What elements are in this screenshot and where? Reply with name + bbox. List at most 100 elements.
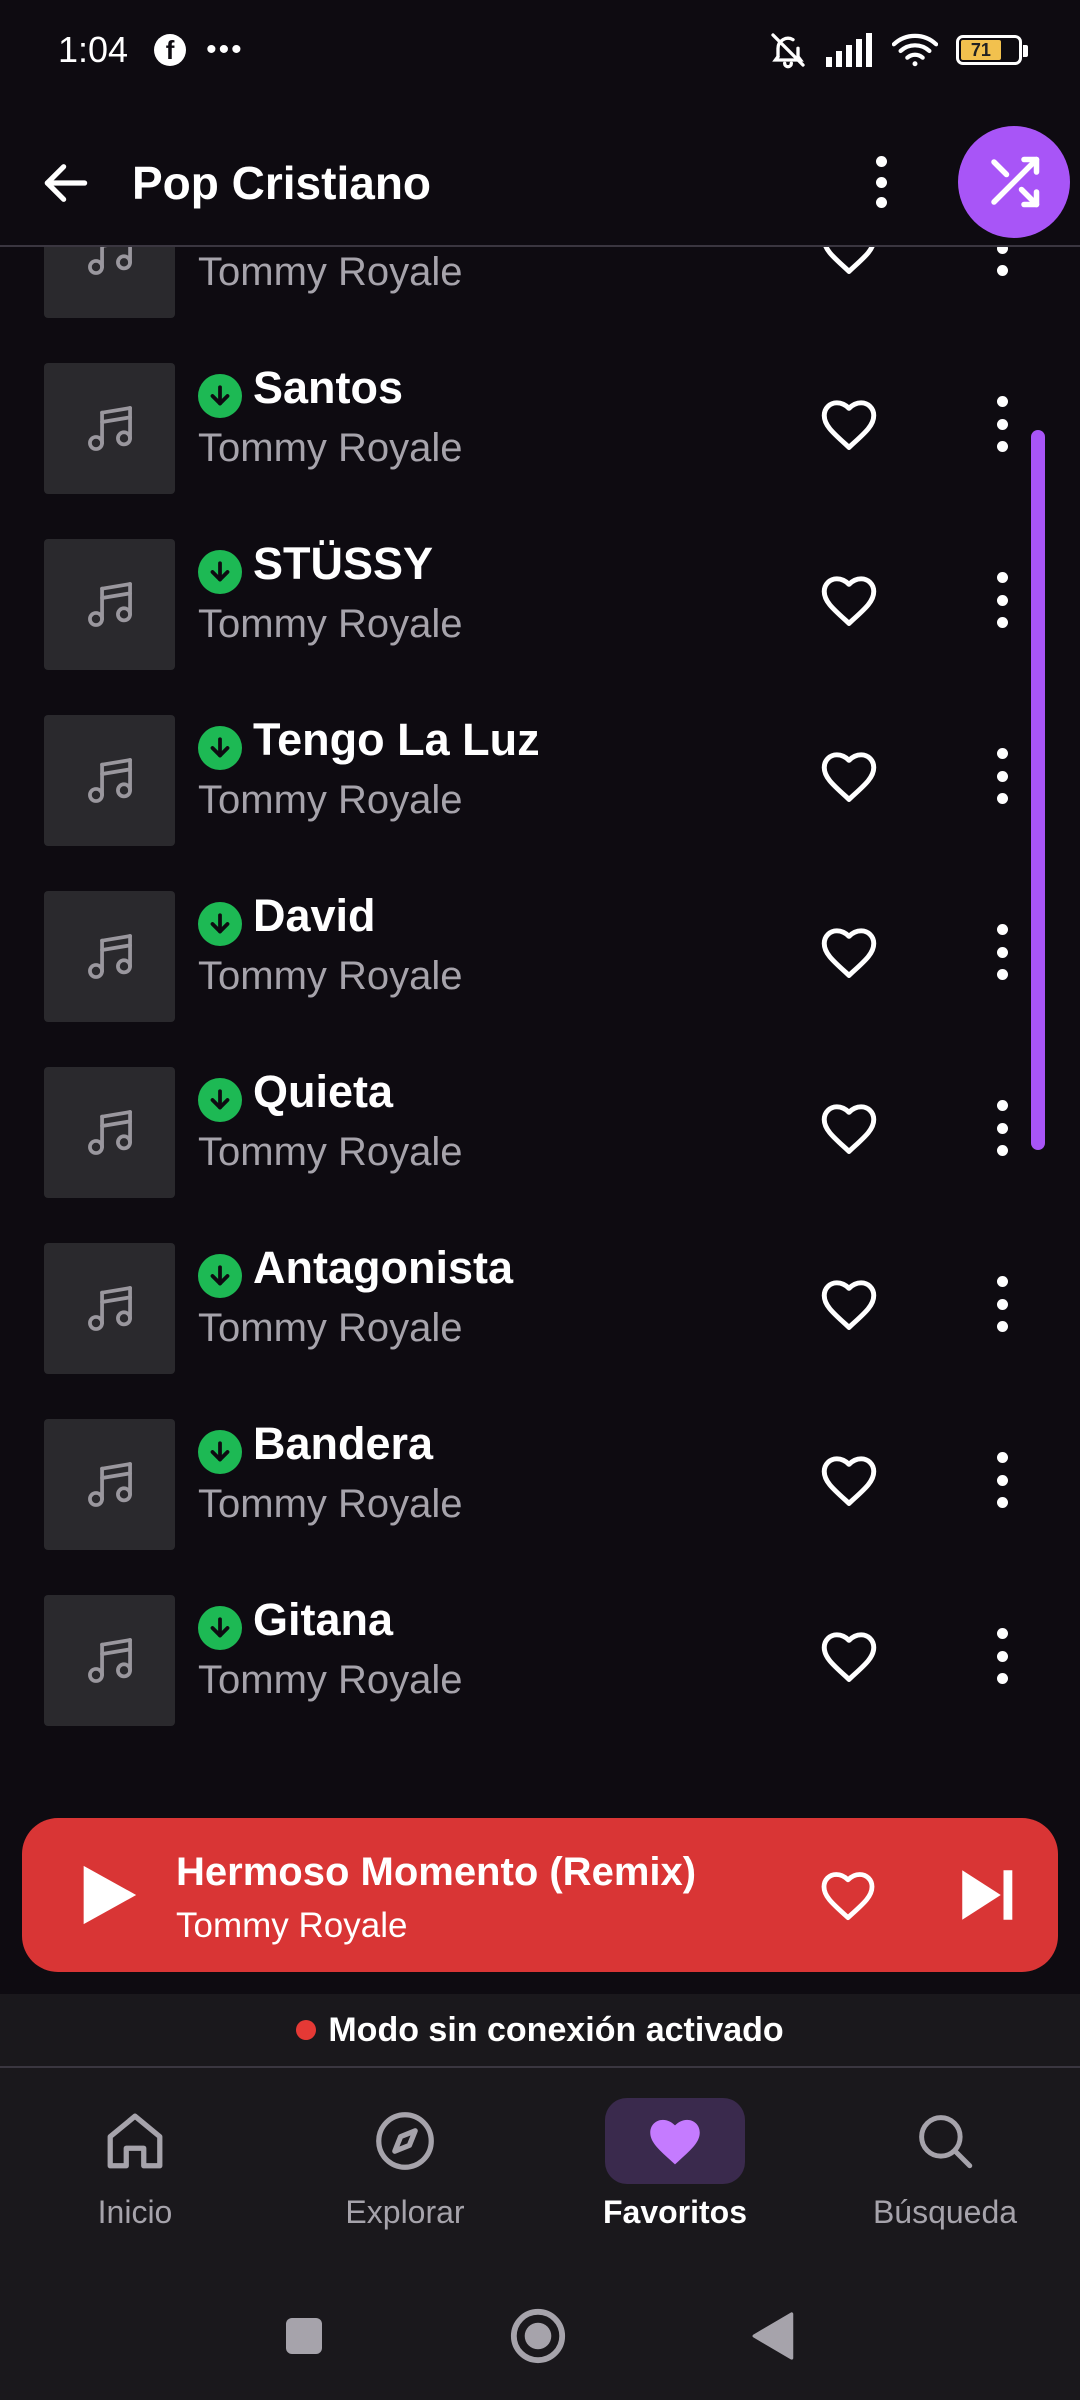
battery-icon: 71: [956, 35, 1028, 65]
home-button[interactable]: [506, 2304, 570, 2368]
track-thumbnail: [44, 247, 175, 318]
track-row[interactable]: Antagonista Tommy Royale: [0, 1216, 1080, 1392]
track-thumbnail: [44, 891, 175, 1022]
track-title: Santos: [253, 362, 404, 413]
shuffle-button[interactable]: [958, 126, 1070, 238]
track-title: Gitana: [253, 1594, 394, 1645]
music-note-icon: [87, 1637, 132, 1683]
downloaded-icon: [198, 902, 242, 946]
track-row[interactable]: (Remix) Tommy Royale: [0, 247, 1080, 336]
home-icon: [65, 2098, 205, 2184]
track-title: Bandera: [253, 1418, 434, 1469]
bottom-navigation: Inicio Explorar Favoritos Búsqueda: [0, 2068, 1080, 2268]
downloaded-icon: [198, 726, 242, 770]
track-artist: Tommy Royale: [198, 602, 463, 646]
track-artist: Tommy Royale: [198, 1658, 463, 1702]
player-artist: Tommy Royale: [176, 1906, 408, 1945]
music-note-icon: [87, 1285, 132, 1331]
offline-dot-icon: [296, 2020, 317, 2040]
music-note-icon: [87, 1109, 132, 1155]
track-list[interactable]: (Remix) Tommy Royale Santos Tommy Royale…: [0, 247, 1080, 1993]
track-thumbnail: [44, 1243, 175, 1374]
wifi-icon: [892, 33, 938, 67]
track-more-icon[interactable]: [990, 920, 1014, 984]
arrow-left-icon: [44, 164, 88, 202]
music-note-icon: [87, 581, 132, 627]
track-more-icon[interactable]: [990, 392, 1014, 456]
player-title: Hermoso Momento (Remix): [176, 1850, 697, 1894]
track-more-icon[interactable]: [990, 1096, 1014, 1160]
back-button[interactable]: [36, 153, 96, 213]
track-thumbnail: [44, 539, 175, 670]
heart-icon[interactable]: [816, 1447, 882, 1513]
heart-icon[interactable]: [816, 743, 882, 809]
music-note-icon: [87, 247, 132, 275]
heart-icon[interactable]: [816, 567, 882, 633]
track-more-icon[interactable]: [990, 568, 1014, 632]
track-title: David: [253, 890, 376, 941]
downloaded-icon: [198, 1606, 242, 1650]
track-artist: Tommy Royale: [198, 426, 463, 470]
track-more-icon[interactable]: [990, 1272, 1014, 1336]
square-icon: [286, 2318, 322, 2354]
track-more-icon[interactable]: [990, 744, 1014, 808]
downloaded-icon: [198, 1078, 242, 1122]
battery-level: 71: [961, 40, 1001, 60]
page-title: Pop Cristiano: [132, 157, 432, 209]
back-nav-button[interactable]: [742, 2304, 806, 2368]
mini-player[interactable]: Hermoso Momento (Remix) Tommy Royale: [22, 1818, 1058, 1972]
nav-item-busqueda[interactable]: Búsqueda: [810, 2098, 1080, 2248]
recents-button[interactable]: [272, 2304, 336, 2368]
nav-item-favoritos[interactable]: Favoritos: [540, 2098, 810, 2248]
heart-icon[interactable]: [816, 1271, 882, 1337]
compass-icon: [335, 2098, 475, 2184]
music-note-icon: [87, 1461, 132, 1507]
player-heart-icon[interactable]: [816, 1863, 880, 1927]
track-title: Antagonista: [253, 1242, 514, 1293]
search-icon: [875, 2098, 1015, 2184]
app-header: Pop Cristiano: [0, 120, 1080, 246]
heart-icon[interactable]: [816, 919, 882, 985]
triangle-back-icon: [752, 2312, 794, 2360]
heart-icon: [605, 2098, 745, 2184]
track-title: Quieta: [253, 1066, 394, 1117]
track-thumbnail: [44, 1595, 175, 1726]
track-row[interactable]: David Tommy Royale: [0, 864, 1080, 1040]
nav-item-inicio[interactable]: Inicio: [0, 2098, 270, 2248]
track-row[interactable]: Gitana Tommy Royale: [0, 1568, 1080, 1744]
track-thumbnail: [44, 1419, 175, 1550]
status-bar: 1:04 f ••• 71: [0, 0, 1080, 100]
heart-icon[interactable]: [816, 1095, 882, 1161]
offline-text: Modo sin conexión activado: [328, 2010, 784, 2049]
downloaded-icon: [198, 550, 242, 594]
nav-item-explorar[interactable]: Explorar: [270, 2098, 540, 2248]
track-row[interactable]: STÜSSY Tommy Royale: [0, 512, 1080, 688]
shuffle-icon: [991, 156, 1040, 208]
track-artist: Tommy Royale: [198, 1130, 463, 1174]
heart-icon[interactable]: [816, 1623, 882, 1689]
track-row[interactable]: Santos Tommy Royale: [0, 336, 1080, 512]
track-more-icon[interactable]: [990, 1448, 1014, 1512]
track-more-icon[interactable]: [990, 247, 1014, 280]
more-vertical-icon[interactable]: [856, 150, 906, 214]
heart-icon[interactable]: [816, 247, 882, 281]
skip-next-icon[interactable]: [954, 1862, 1020, 1928]
track-title: Tengo La Luz: [253, 714, 540, 765]
track-artist: Tommy Royale: [198, 250, 463, 294]
downloaded-icon: [198, 1430, 242, 1474]
nav-label: Explorar: [345, 2194, 465, 2230]
scrollbar[interactable]: [1031, 430, 1045, 1150]
downloaded-icon: [198, 374, 242, 418]
signal-icon: [826, 33, 872, 67]
track-more-icon[interactable]: [990, 1624, 1014, 1688]
track-row[interactable]: Quieta Tommy Royale: [0, 1040, 1080, 1216]
track-thumbnail: [44, 1067, 175, 1198]
track-row[interactable]: Tengo La Luz Tommy Royale: [0, 688, 1080, 864]
play-icon[interactable]: [72, 1860, 142, 1930]
facebook-icon: f: [154, 34, 187, 66]
track-row[interactable]: Bandera Tommy Royale: [0, 1392, 1080, 1568]
downloaded-icon: [198, 1254, 242, 1298]
track-artist: Tommy Royale: [198, 1482, 463, 1526]
track-artist: Tommy Royale: [198, 778, 463, 822]
heart-icon[interactable]: [816, 391, 882, 457]
